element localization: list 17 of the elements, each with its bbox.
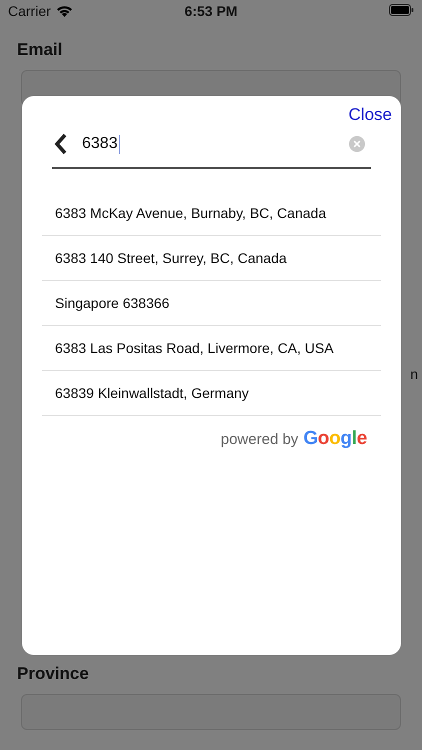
status-time: 6:53 PM [184, 3, 238, 19]
field-text: n [410, 366, 418, 382]
field-label: Province [17, 664, 89, 684]
close-button[interactable]: Close [348, 105, 392, 125]
result-item[interactable]: 63839 Kleinwallstadt, Germany [42, 371, 381, 416]
result-item[interactable]: 6383 140 Street, Surrey, BC, Canada [42, 236, 381, 281]
battery-icon [389, 4, 414, 16]
result-item[interactable]: 6383 McKay Avenue, Burnaby, BC, Canada [42, 191, 381, 236]
google-logo: Google [303, 428, 367, 450]
wifi-icon [56, 5, 73, 17]
search-field[interactable]: 6383 [52, 133, 371, 169]
field-label: Email [17, 40, 62, 60]
result-item[interactable]: 6383 Las Positas Road, Livermore, CA, USA [42, 326, 381, 371]
result-item[interactable]: Singapore 638366 [42, 281, 381, 326]
attribution-text: powered by [220, 431, 298, 448]
carrier-name: Carrier [8, 3, 51, 19]
back-icon[interactable] [54, 133, 68, 155]
